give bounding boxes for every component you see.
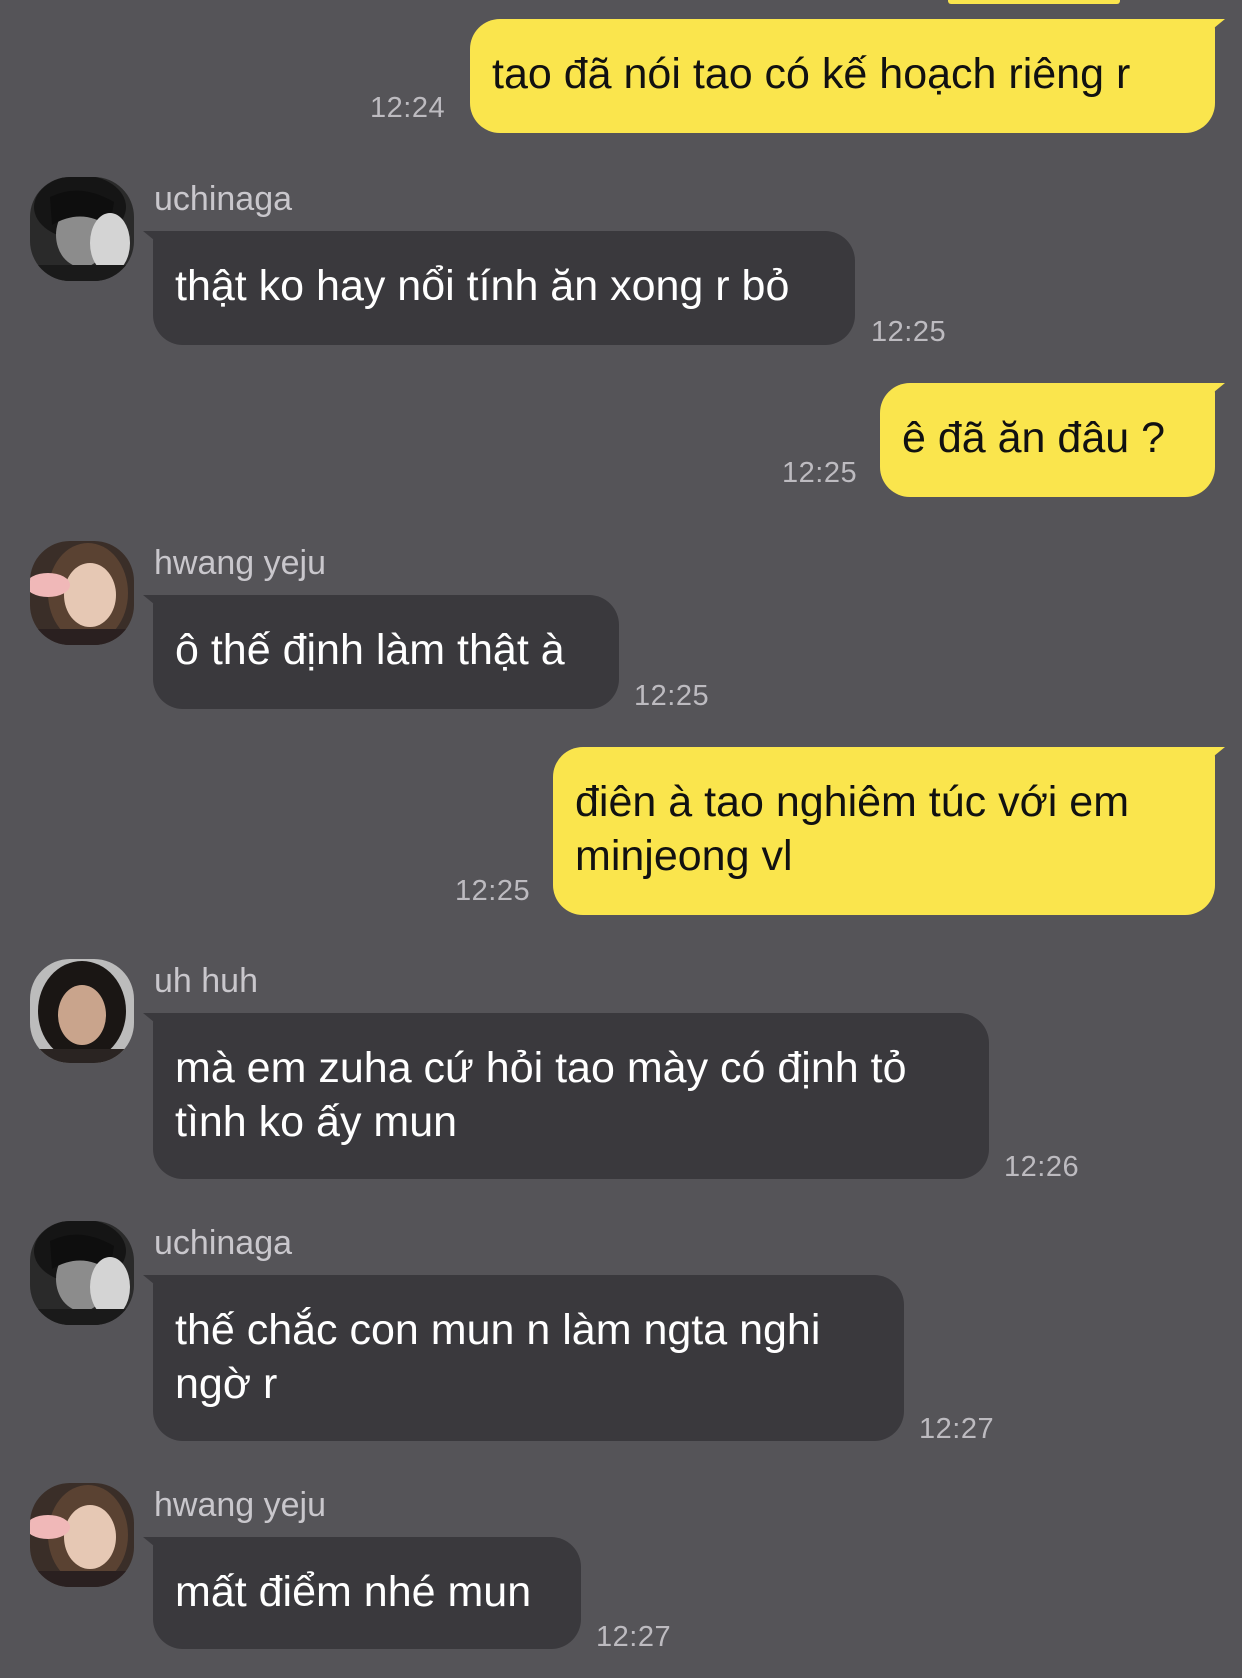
chat-message-list[interactable]: 12:24 tao đã nói tao có kế hoạch riêng r… bbox=[0, 0, 1242, 1678]
message-bubble[interactable]: mà em zuha cứ hỏi tao mày có định tỏ tìn… bbox=[143, 1013, 989, 1179]
sender-name: uh huh bbox=[154, 962, 258, 1000]
message-time: 12:25 bbox=[782, 457, 858, 489]
message-time: 12:26 bbox=[1004, 1151, 1080, 1183]
message-bubble[interactable]: ê đã ăn đâu ? bbox=[880, 383, 1225, 497]
message-text-line: thật ko hay nổi tính ăn xong r bỏ bbox=[175, 262, 790, 310]
message-bubble[interactable]: mất điểm nhé mun bbox=[143, 1537, 581, 1649]
message-time: 12:24 bbox=[370, 92, 446, 124]
message-text-line: tao đã nói tao có kế hoạch riêng r bbox=[492, 50, 1131, 98]
message-bubble[interactable]: thật ko hay nổi tính ăn xong r bỏ bbox=[143, 231, 855, 345]
message-time: 12:25 bbox=[455, 875, 531, 907]
message-time: 12:25 bbox=[871, 316, 947, 348]
avatar-hwang-yeju-icon[interactable] bbox=[30, 541, 134, 645]
message-bubble[interactable]: tao đã nói tao có kế hoạch riêng r bbox=[470, 19, 1225, 133]
previous-message-bubble-edge bbox=[948, 0, 1120, 4]
sender-name: hwang yeju bbox=[154, 1486, 327, 1524]
sender-name: uchinaga bbox=[154, 1224, 293, 1262]
message-text-line: ngờ r bbox=[175, 1360, 278, 1408]
avatar-uh-huh-icon[interactable] bbox=[30, 959, 134, 1063]
message-time: 12:27 bbox=[596, 1621, 672, 1653]
avatar-hwang-yeju-icon[interactable] bbox=[30, 1483, 134, 1587]
message-text-line: ê đã ăn đâu ? bbox=[902, 414, 1166, 462]
message-text-line: mất điểm nhé mun bbox=[175, 1568, 532, 1616]
message-time: 12:25 bbox=[634, 680, 710, 712]
message-time: 12:27 bbox=[919, 1413, 995, 1445]
message-text-line: điên à tao nghiêm túc với em bbox=[575, 778, 1130, 826]
message-text-line: thế chắc con mun n làm ngta nghi bbox=[175, 1306, 821, 1354]
avatar-uchinaga-icon[interactable] bbox=[30, 177, 134, 281]
message-bubble[interactable]: ô thế định làm thật à bbox=[143, 595, 619, 709]
message-bubble[interactable]: điên à tao nghiêm túc với em minjeong vl bbox=[553, 747, 1225, 915]
sender-name: uchinaga bbox=[154, 180, 293, 218]
message-bubble[interactable]: thế chắc con mun n làm ngta nghi ngờ r bbox=[143, 1275, 904, 1441]
sender-name: hwang yeju bbox=[154, 544, 327, 582]
message-text-line: minjeong vl bbox=[575, 832, 793, 880]
message-text-line: tình ko ấy mun bbox=[175, 1098, 458, 1146]
message-text-line: mà em zuha cứ hỏi tao mày có định tỏ bbox=[175, 1044, 907, 1092]
avatar-uchinaga-icon[interactable] bbox=[30, 1221, 134, 1325]
message-text-line: ô thế định làm thật à bbox=[175, 626, 565, 674]
